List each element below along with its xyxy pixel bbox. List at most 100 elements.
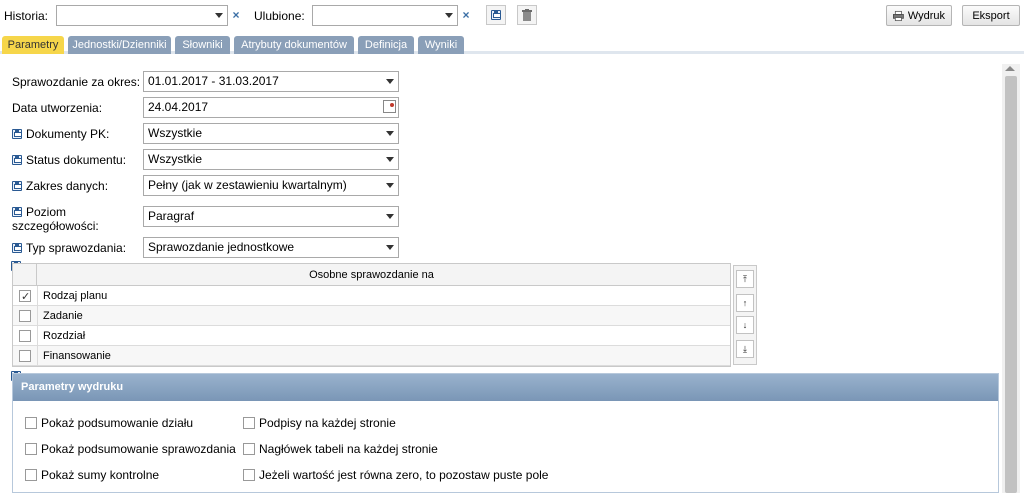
tab-atrybuty-dokumentow[interactable]: Atrybuty dokumentów	[234, 36, 354, 54]
status-value: Wszystkie	[148, 152, 202, 166]
favorites-clear-icon[interactable]: ×	[458, 6, 474, 25]
status-label: Status dokumentu:	[12, 153, 126, 167]
period-value: 01.01.2017 - 31.03.2017	[148, 74, 279, 88]
grid-row-checkbox[interactable]	[19, 330, 31, 342]
print-button-label: Wydruk	[907, 9, 945, 22]
move-bottom-button[interactable]: ⤓	[736, 340, 754, 358]
save-icon[interactable]	[12, 243, 22, 253]
grid-header-label: Osobne sprawozdanie na	[309, 269, 434, 281]
move-up-button[interactable]: ↑	[736, 294, 754, 312]
grid-column-divider	[37, 326, 38, 346]
report-type-label-text: Typ sprawozdania:	[26, 241, 127, 255]
tab-definicja[interactable]: Definicja	[358, 36, 414, 54]
created-date-field[interactable]: 24.04.2017	[143, 97, 399, 118]
grid-column-divider	[37, 286, 38, 306]
scope-select[interactable]: Pełny (jak w zestawieniu kwartalnym)	[143, 175, 399, 196]
tab-parametry[interactable]: Parametry	[2, 36, 64, 54]
history-dropdown[interactable]	[56, 5, 228, 26]
tab-wyniki[interactable]: Wyniki	[418, 36, 464, 54]
chevron-down-icon[interactable]	[382, 124, 398, 143]
print-button[interactable]: Wydruk	[886, 5, 952, 26]
history-label: Historia:	[4, 9, 49, 23]
delete-favorite-button[interactable]	[517, 5, 537, 25]
print-option-checkbox[interactable]	[25, 443, 37, 455]
export-button[interactable]: Eksport	[962, 5, 1020, 26]
chevron-down-icon[interactable]	[382, 72, 398, 91]
detail-level-value: Paragraf	[148, 209, 195, 223]
history-clear-icon[interactable]: ×	[228, 6, 244, 25]
separate-report-grid: Osobne sprawozdanie na Rodzaj planu Zada…	[12, 263, 731, 367]
grid-column-divider	[37, 306, 38, 326]
print-option-checkbox[interactable]	[25, 469, 37, 481]
print-option[interactable]: Podpisy na każdej stronie	[243, 416, 396, 430]
print-option-checkbox[interactable]	[243, 417, 255, 429]
print-params-panel: Parametry wydruku Pokaż podsumowanie dzi…	[12, 373, 999, 493]
save-icon[interactable]	[12, 181, 22, 191]
print-option-checkbox[interactable]	[25, 417, 37, 429]
grid-row[interactable]: Zadanie	[13, 306, 730, 326]
detail-level-select[interactable]: Paragraf	[143, 206, 399, 227]
print-option-label: Pokaż podsumowanie sprawozdania	[41, 442, 236, 456]
chevron-down-icon[interactable]	[382, 207, 398, 226]
grid-header-check-column	[13, 264, 37, 286]
export-button-label: Eksport	[972, 9, 1010, 22]
chevron-down-icon[interactable]	[382, 176, 398, 195]
print-option-label: Pokaż sumy kontrolne	[41, 468, 160, 482]
report-type-label: Typ sprawozdania:	[12, 241, 126, 255]
created-date-label: Data utworzenia:	[12, 101, 103, 115]
top-toolbar: Historia: × Ulubione: × Wydruk Eksport	[0, 0, 1024, 32]
save-icon[interactable]	[12, 129, 22, 139]
tab-slowniki[interactable]: Słowniki	[175, 36, 230, 54]
favorites-label: Ulubione:	[254, 9, 305, 23]
print-option[interactable]: Jeżeli wartość jest równa zero, to pozos…	[243, 468, 548, 482]
chevron-down-icon[interactable]	[441, 6, 457, 25]
favorites-dropdown[interactable]	[312, 5, 458, 26]
grid-column-divider	[37, 346, 38, 366]
grid-row-label: Rodzaj planu	[43, 290, 108, 302]
print-params-title: Parametry wydruku	[13, 374, 998, 401]
chevron-down-icon[interactable]	[382, 150, 398, 169]
move-top-button[interactable]: ⤒	[736, 270, 754, 288]
print-option[interactable]: Nagłówek tabeli na każdej stronie	[243, 442, 438, 456]
calendar-icon[interactable]	[383, 100, 396, 113]
print-option-checkbox[interactable]	[243, 443, 255, 455]
save-icon[interactable]	[12, 207, 22, 217]
report-type-value: Sprawozdanie jednostkowe	[148, 240, 295, 254]
print-option[interactable]: Pokaż sumy kontrolne	[25, 468, 159, 482]
scope-value: Pełny (jak w zestawieniu kwartalnym)	[148, 178, 347, 192]
printer-icon	[893, 10, 904, 21]
pk-docs-value: Wszystkie	[148, 126, 202, 140]
vertical-scrollbar[interactable]	[1002, 64, 1020, 493]
chevron-down-icon[interactable]	[382, 238, 398, 257]
grid-row-checkbox[interactable]	[19, 287, 31, 307]
scroll-up-icon[interactable]	[1005, 66, 1015, 71]
tab-bar: Parametry Jednostki/Dzienniki Słowniki A…	[0, 34, 1024, 54]
pk-docs-label-text: Dokumenty PK:	[26, 127, 110, 141]
print-option[interactable]: Pokaż podsumowanie sprawozdania	[25, 442, 236, 456]
print-option[interactable]: Pokaż podsumowanie działu	[25, 416, 193, 430]
print-option-label: Nagłówek tabeli na każdej stronie	[259, 442, 438, 456]
trash-icon	[522, 8, 532, 21]
grid-row[interactable]: Finansowanie	[13, 346, 730, 366]
grid-row-label: Rozdział	[43, 330, 86, 342]
grid-row-label: Finansowanie	[43, 350, 111, 362]
grid-row[interactable]: Rozdział	[13, 326, 730, 346]
tab-jednostki-dzienniki[interactable]: Jednostki/Dzienniki	[68, 36, 171, 54]
grid-row-checkbox[interactable]	[19, 350, 31, 362]
status-select[interactable]: Wszystkie	[143, 149, 399, 170]
period-select[interactable]: 01.01.2017 - 31.03.2017	[143, 71, 399, 92]
move-down-button[interactable]: ↓	[736, 316, 754, 334]
chevron-down-icon[interactable]	[211, 6, 227, 25]
report-type-select[interactable]: Sprawozdanie jednostkowe	[143, 237, 399, 258]
pk-docs-label: Dokumenty PK:	[12, 127, 109, 141]
save-icon[interactable]	[12, 155, 22, 165]
period-label: Sprawozdanie za okres:	[12, 75, 141, 89]
scrollbar-thumb[interactable]	[1005, 76, 1017, 493]
print-option-label: Pokaż podsumowanie działu	[41, 416, 194, 430]
created-date-value: 24.04.2017	[148, 100, 209, 114]
grid-row-checkbox[interactable]	[19, 310, 31, 322]
save-favorite-button[interactable]	[486, 5, 506, 25]
print-option-checkbox[interactable]	[243, 469, 255, 481]
grid-row[interactable]: Rodzaj planu	[13, 286, 730, 307]
pk-docs-select[interactable]: Wszystkie	[143, 123, 399, 144]
